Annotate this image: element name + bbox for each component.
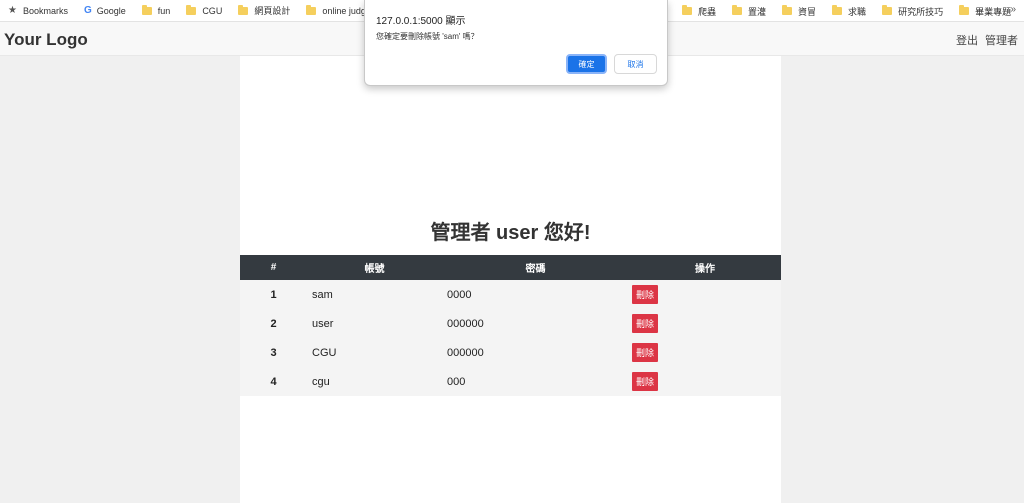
bookmark-folder[interactable]: 置灌 [732,5,766,18]
bookmark-folder[interactable]: 研究所技巧 [882,5,943,18]
bookmark-label: 網頁設計 [254,6,291,16]
bookmark-folder[interactable]: 畢業專題 [959,5,1011,18]
bookmark-label: 爬蟲 [698,6,717,17]
accounts-table: # 帳號 密碼 操作 1 sam 0000 刪除 2 user 000000 刪… [240,255,781,396]
bookmark-label: fun [157,5,171,16]
bookmark-label: 研究所技巧 [898,6,944,17]
folder-icon [882,5,893,15]
table-row: 2 user 000000 刪除 [240,309,781,338]
folder-icon [682,5,692,15]
account-cell: CGU [312,346,337,359]
table-row: 3 CGU 000000 刪除 [240,338,781,367]
table-header-row: # 帳號 密碼 操作 [240,255,781,280]
folder-icon [782,5,793,15]
row-number: 1 [270,288,277,301]
column-header: # [270,262,277,273]
account-cell: user [312,317,334,330]
action-cell: 刪除 [629,309,781,338]
bookmarks-right-group: 爬蟲 置灌 資冒 求職 研究所技巧 畢業專題 [682,0,1024,22]
bookmark-google[interactable]: G Google [84,5,126,16]
delete-button[interactable]: 刪除 [632,314,659,333]
star-icon: ★ [8,5,17,16]
admin-link[interactable]: 管理者 [985,32,1018,48]
confirm-button[interactable]: 確定 [566,54,607,74]
folder-icon [238,4,249,15]
bookmark-folder[interactable]: 爬蟲 [682,5,716,18]
dialog-message: 您確定要刪除帳號 'sam' 嗎？ [376,32,479,41]
action-cell: 刪除 [629,280,781,309]
folder-icon [306,4,317,15]
row-number: 3 [270,346,277,359]
delete-button[interactable]: 刪除 [632,285,659,304]
folder-icon [732,5,743,15]
bookmark-label: 置灌 [748,6,767,17]
row-number: 2 [270,317,277,330]
main-card: 管理者 user 您好! # 帳號 密碼 操作 1 sam 0000 刪除 2 … [240,56,781,503]
bookmark-label: 資冒 [798,6,817,17]
action-cell: 刪除 [629,367,781,396]
bookmark-label: Bookmarks [22,5,68,16]
logout-link[interactable]: 登出 [956,32,978,48]
bookmark-label: Google [96,5,126,16]
delete-button[interactable]: 刪除 [632,372,659,391]
column-header: 帳號 [364,264,385,275]
password-cell: 000000 [447,346,484,359]
password-cell: 000 [447,375,466,388]
account-cell: sam [312,288,333,301]
page-title: 管理者 user 您好! [430,222,591,244]
dialog-title: 127.0.0.1:5000 顯示 [376,16,466,27]
delete-button[interactable]: 刪除 [632,343,659,362]
row-number: 4 [270,375,277,388]
table-row: 4 cgu 000 刪除 [240,367,781,396]
column-header: 操作 [695,264,715,275]
bookmark-label: 求職 [848,6,867,17]
nav-links: 登出 管理者 [956,32,1018,48]
column-header: 密碼 [525,264,546,275]
bookmark-folder[interactable]: fun [141,4,171,16]
table-row: 1 sam 0000 刪除 [240,280,781,309]
bookmark-bookmarks[interactable]: ★ Bookmarks [8,5,68,16]
bookmark-folder[interactable]: CGU [186,4,223,16]
folder-icon [959,5,970,15]
bookmark-label: 畢業專題 [975,6,1012,17]
google-icon: G [83,5,92,16]
action-cell: 刪除 [629,338,781,367]
folder-icon [141,4,152,15]
account-cell: cgu [312,375,330,388]
confirm-dialog: 127.0.0.1:5000 顯示 您確定要刪除帳號 'sam' 嗎？ 確定 取… [364,0,668,86]
bookmark-folder[interactable]: online judge [306,4,371,16]
folder-icon [186,4,197,15]
bookmark-folder[interactable]: 資冒 [782,5,816,18]
cancel-button[interactable]: 取消 [614,54,657,74]
password-cell: 0000 [447,288,472,301]
bookmark-folder[interactable]: 網頁設計 [238,4,290,17]
logo[interactable]: Your Logo [4,30,88,50]
bookmark-folder[interactable]: 求職 [832,5,866,18]
more-bookmarks-icon[interactable]: » [1010,4,1016,15]
bookmark-label: CGU [202,5,223,16]
folder-icon [832,5,843,15]
password-cell: 000000 [447,317,484,330]
